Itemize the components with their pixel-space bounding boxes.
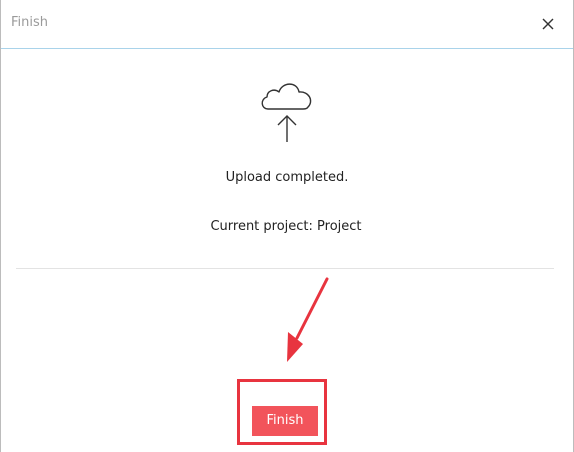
cloud-upload-icon xyxy=(261,83,312,142)
annotation-arrow-icon xyxy=(287,277,329,362)
close-icon[interactable] xyxy=(539,15,557,33)
upload-status-text: Upload completed. xyxy=(225,170,349,185)
content-divider xyxy=(16,268,554,269)
finish-dialog: Finish Upload completed. Current project… xyxy=(0,0,574,452)
dialog-title: Finish xyxy=(11,15,49,30)
dialog-titlebar: Finish xyxy=(1,0,573,49)
finish-button[interactable]: Finish xyxy=(252,406,318,436)
current-project-text: Current project: Project xyxy=(210,219,362,234)
